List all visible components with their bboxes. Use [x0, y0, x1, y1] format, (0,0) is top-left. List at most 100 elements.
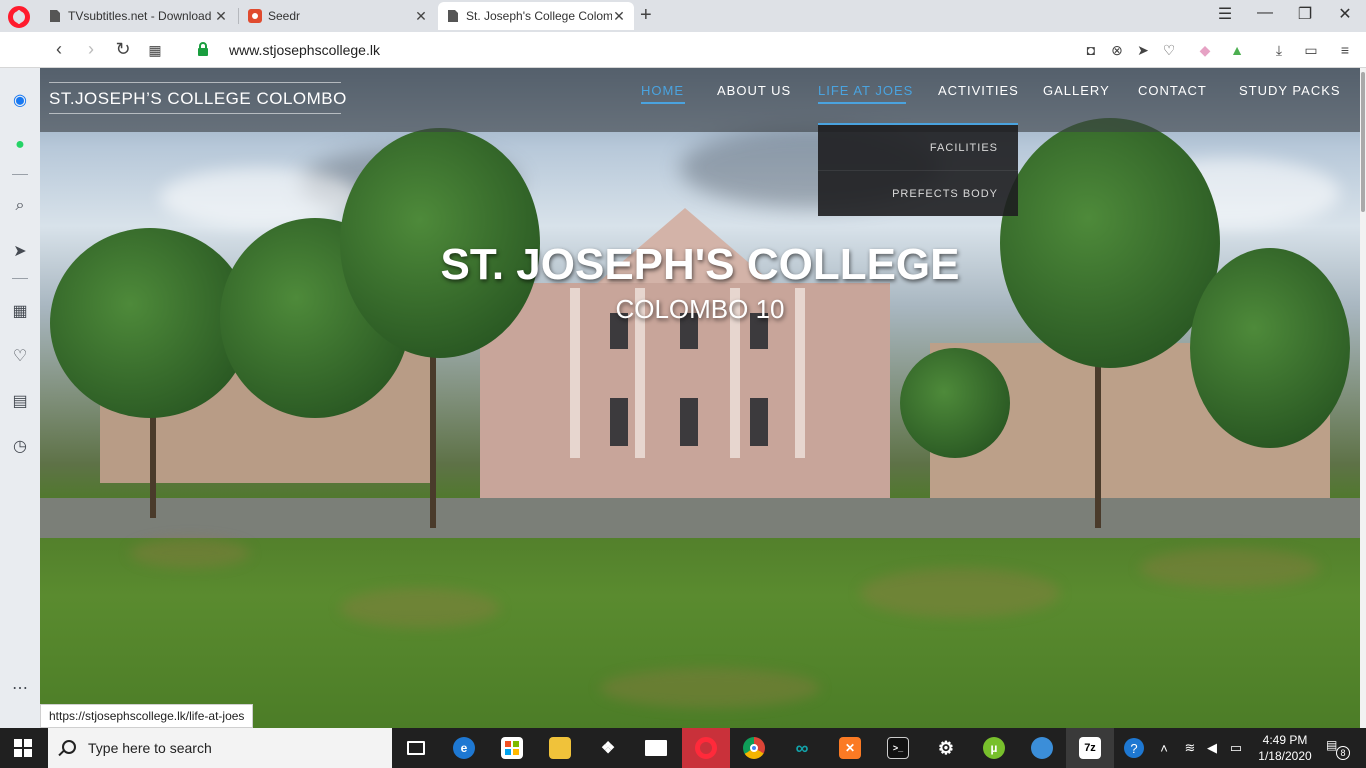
- store-icon[interactable]: [488, 728, 536, 768]
- easy-setup-icon[interactable]: ≡: [1336, 41, 1354, 59]
- nav-home-underline: [641, 102, 685, 104]
- lock-icon[interactable]: [197, 42, 209, 56]
- hero-subtitle: COLOMBO 10: [615, 294, 785, 324]
- tab-menu-icon[interactable]: ☰: [1210, 4, 1240, 24]
- nav-contact[interactable]: CONTACT: [1138, 83, 1207, 98]
- hero-image: [40, 68, 1360, 728]
- tab-separator: [238, 8, 239, 24]
- opera-menu-icon[interactable]: [8, 6, 30, 28]
- chrome-icon[interactable]: [730, 728, 778, 768]
- wifi-icon[interactable]: ≋: [1180, 738, 1200, 758]
- back-button[interactable]: ‹: [49, 39, 69, 60]
- dropdown-separator: [818, 170, 1018, 171]
- file-explorer-icon[interactable]: [536, 728, 584, 768]
- door: [680, 398, 698, 446]
- nav-about-us[interactable]: ABOUT US: [717, 83, 791, 98]
- opera-icon[interactable]: [682, 728, 730, 768]
- close-tab-icon[interactable]: ✕: [612, 8, 626, 25]
- tab-seedr[interactable]: Seedr ✕: [240, 2, 436, 30]
- speed-dial-icon[interactable]: ▦: [145, 42, 165, 59]
- tab-st-josephs[interactable]: St. Joseph's College Colombo ✕: [438, 2, 634, 30]
- extension-cube-icon[interactable]: ◆: [1196, 41, 1214, 59]
- minimize-button[interactable]: —: [1250, 4, 1280, 22]
- scrollbar-thumb[interactable]: [1361, 72, 1365, 212]
- xampp-icon[interactable]: ✕: [826, 728, 874, 768]
- nav-gallery[interactable]: GALLERY: [1043, 83, 1110, 98]
- taskbar-search-box[interactable]: Type here to search: [48, 728, 392, 768]
- task-view-icon[interactable]: [392, 728, 440, 768]
- news-icon[interactable]: ▤: [8, 389, 32, 413]
- history-clock-icon[interactable]: ◷: [8, 434, 32, 458]
- site-header: ST.JOSEPH’S COLLEGE COLOMBO HOME ABOUT U…: [40, 68, 1360, 132]
- reload-icon[interactable]: ↻: [113, 39, 133, 60]
- site-logo[interactable]: ST.JOSEPH’S COLLEGE COLOMBO: [49, 82, 346, 114]
- battery-saver-icon[interactable]: ▭: [1302, 41, 1320, 59]
- notification-count-badge: 8: [1336, 746, 1350, 760]
- download-icon[interactable]: ⤓: [1270, 41, 1288, 59]
- speed-dial-icon[interactable]: ▦: [8, 299, 32, 323]
- utorrent-icon[interactable]: µ: [970, 728, 1018, 768]
- link-status-url: https://stjosephscollege.lk/life-at-joes: [40, 704, 254, 728]
- whatsapp-icon[interactable]: ●: [8, 133, 32, 157]
- search-icon[interactable]: ⌕: [8, 194, 32, 218]
- new-tab-button[interactable]: +: [640, 4, 652, 27]
- extension-android-icon[interactable]: ▲: [1228, 41, 1246, 59]
- bookmark-heart-icon[interactable]: ♡: [1160, 41, 1178, 59]
- dropdown-item-facilities[interactable]: FACILITIES: [930, 142, 998, 154]
- tab-title: Seedr: [268, 9, 301, 23]
- driveway: [40, 498, 1360, 538]
- edge-icon[interactable]: e: [440, 728, 488, 768]
- page-scrollbar[interactable]: [1360, 68, 1366, 728]
- tree: [900, 348, 1010, 458]
- sidebar-separator: [12, 278, 28, 279]
- grass-patch: [130, 538, 250, 568]
- snapshot-icon[interactable]: ◘: [1082, 41, 1100, 59]
- opera-sidebar: ◉ ● ⌕ ➤ ▦ ♡ ▤ ◷ ⋯: [0, 68, 40, 728]
- notifications-icon[interactable]: ▤ 8: [1326, 738, 1350, 760]
- door: [750, 398, 768, 446]
- forward-button[interactable]: ›: [81, 39, 101, 60]
- tab-title: TVsubtitles.net - Download: [68, 9, 212, 23]
- settings-icon[interactable]: ⚙: [922, 728, 970, 768]
- terminal-icon[interactable]: >_: [874, 728, 922, 768]
- chevron-up-icon[interactable]: ˄: [1154, 738, 1174, 758]
- nav-life-at-joes[interactable]: LIFE AT JOES: [818, 83, 913, 98]
- volume-icon[interactable]: ◀: [1202, 738, 1222, 758]
- search-placeholder: Type here to search: [88, 740, 212, 756]
- send-icon[interactable]: ➤: [1134, 41, 1152, 59]
- grass-patch: [860, 568, 1060, 618]
- hero-title: ST. JOSEPH'S COLLEGE: [440, 240, 960, 289]
- dropbox-icon[interactable]: ❖: [584, 728, 632, 768]
- battery-icon[interactable]: ▭: [1226, 738, 1246, 758]
- bookmarks-heart-icon[interactable]: ♡: [8, 344, 32, 368]
- maximize-button[interactable]: ❐: [1290, 4, 1320, 24]
- system-clock[interactable]: 4:49 PM 1/18/2020: [1252, 732, 1318, 764]
- sidebar-separator: [12, 174, 28, 175]
- mail-icon[interactable]: [632, 728, 680, 768]
- grass-patch: [600, 668, 820, 708]
- windows-taskbar: Type here to search e ❖ ∞ ✕ >_ ⚙ µ 7z ? …: [0, 728, 1366, 768]
- ad-block-icon[interactable]: ⊗: [1108, 41, 1126, 59]
- help-icon[interactable]: ?: [1124, 738, 1144, 758]
- network-app-icon[interactable]: [1018, 728, 1066, 768]
- 7zip-icon[interactable]: 7z: [1066, 728, 1114, 768]
- windows-start-icon[interactable]: [14, 739, 32, 757]
- grass-patch: [340, 588, 500, 628]
- send-icon[interactable]: ➤: [8, 239, 32, 263]
- nav-activities[interactable]: ACTIVITIES: [938, 83, 1019, 98]
- tab-tvsubtitles[interactable]: TVsubtitles.net - Download ✕: [40, 2, 236, 30]
- nav-study-packs[interactable]: STUDY PACKS: [1239, 83, 1341, 98]
- web-page-viewport: ST.JOSEPH’S COLLEGE COLOMBO HOME ABOUT U…: [40, 68, 1360, 728]
- close-tab-icon[interactable]: ✕: [414, 8, 428, 25]
- tab-title: St. Joseph's College Colombo: [466, 9, 612, 23]
- messenger-icon[interactable]: ◉: [8, 88, 32, 112]
- browser-tab-bar: TVsubtitles.net - Download ✕ Seedr ✕ St.…: [0, 0, 1366, 32]
- dropdown-item-prefects-body[interactable]: PREFECTS BODY: [892, 188, 998, 200]
- more-options-icon[interactable]: ⋯: [8, 676, 32, 700]
- arduino-icon[interactable]: ∞: [778, 728, 826, 768]
- nav-home[interactable]: HOME: [641, 83, 684, 98]
- close-tab-icon[interactable]: ✕: [214, 8, 228, 25]
- close-window-button[interactable]: ✕: [1330, 4, 1360, 24]
- document-icon: [50, 10, 60, 22]
- url-field[interactable]: www.stjosephscollege.lk: [229, 42, 380, 58]
